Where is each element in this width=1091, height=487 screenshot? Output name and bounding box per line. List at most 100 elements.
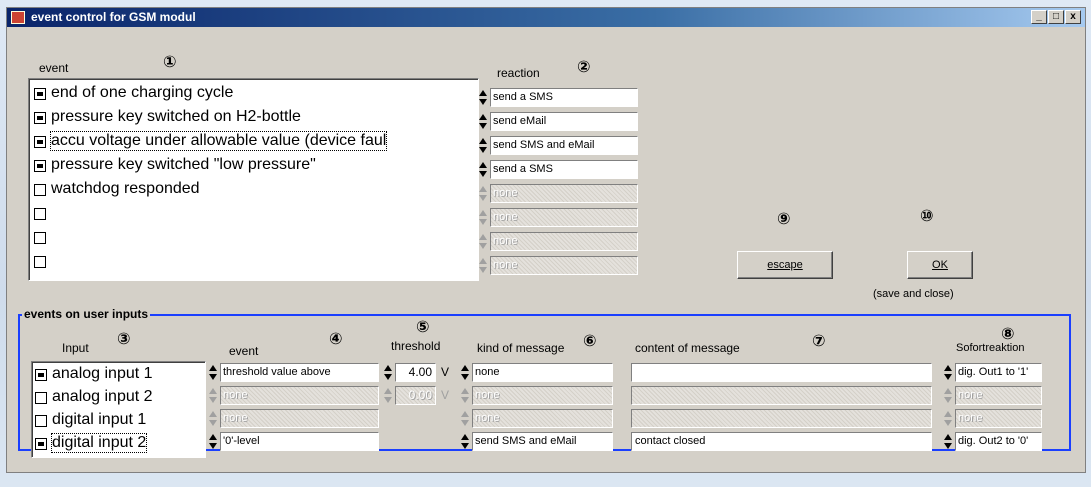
- reaction-spin-buttons[interactable]: [479, 185, 488, 202]
- reaction-value[interactable]: none: [490, 184, 638, 203]
- sofortreaktion-spinner[interactable]: dig. Out1 to '1': [944, 363, 1042, 382]
- threshold-spin-buttons[interactable]: [384, 387, 393, 404]
- input-checkbox[interactable]: [35, 369, 47, 381]
- input-event-spinner[interactable]: '0'-level: [209, 432, 379, 451]
- kind-of-message-value[interactable]: send SMS and eMail: [472, 432, 613, 451]
- event-list-item[interactable]: [29, 203, 478, 227]
- reaction-spin-buttons[interactable]: [479, 257, 488, 274]
- input-list-item[interactable]: digital input 2: [32, 433, 205, 456]
- event-list-item[interactable]: pressure key switched on H2-bottle: [29, 107, 478, 131]
- kind-of-message-value[interactable]: none: [472, 363, 613, 382]
- event-list[interactable]: end of one charging cycle pressure key sw…: [28, 78, 479, 281]
- kind-of-message-spinner[interactable]: none: [461, 363, 613, 382]
- input-event-spinner[interactable]: none: [209, 386, 379, 405]
- kind-spin-buttons[interactable]: [461, 364, 470, 381]
- reaction-value[interactable]: send a SMS: [490, 160, 638, 179]
- kind-of-message-spinner[interactable]: none: [461, 409, 613, 428]
- reaction-spinner[interactable]: send a SMS: [479, 160, 638, 179]
- title-bar[interactable]: event control for GSM modul _ □ x: [7, 8, 1085, 27]
- sofort-spin-buttons[interactable]: [944, 433, 953, 450]
- event-checkbox[interactable]: [34, 208, 46, 220]
- input-event-value[interactable]: '0'-level: [220, 432, 379, 451]
- event-checkbox[interactable]: [34, 112, 46, 124]
- event-checkbox[interactable]: [34, 184, 46, 196]
- reaction-spin-buttons[interactable]: [479, 89, 488, 106]
- threshold-spinner[interactable]: 4.00: [384, 363, 436, 382]
- reaction-spin-buttons[interactable]: [479, 113, 488, 130]
- kind-spin-buttons[interactable]: [461, 410, 470, 427]
- kind-of-message-spinner[interactable]: send SMS and eMail: [461, 432, 613, 451]
- reaction-spin-buttons[interactable]: [479, 137, 488, 154]
- input-checkbox[interactable]: [35, 415, 47, 427]
- input-checkbox[interactable]: [35, 392, 47, 404]
- kind-of-message-spinner[interactable]: none: [461, 386, 613, 405]
- content-of-message-field[interactable]: [631, 409, 932, 428]
- sofortreaktion-value[interactable]: none: [955, 409, 1042, 428]
- event-list-item[interactable]: pressure key switched "low pressure": [29, 155, 478, 179]
- sofortreaktion-value[interactable]: none: [955, 386, 1042, 405]
- input-checkbox[interactable]: [35, 438, 47, 450]
- input-event-value[interactable]: none: [220, 409, 379, 428]
- event-checkbox[interactable]: [34, 160, 46, 172]
- input-event-value[interactable]: threshold value above: [220, 363, 379, 382]
- reaction-spinner[interactable]: none: [479, 232, 638, 251]
- reaction-value[interactable]: none: [490, 232, 638, 251]
- sofortreaktion-spinner[interactable]: none: [944, 386, 1042, 405]
- reaction-spinner[interactable]: none: [479, 256, 638, 275]
- event-list-item[interactable]: end of one charging cycle: [29, 83, 478, 107]
- event-list-item[interactable]: watchdog responded: [29, 179, 478, 203]
- event-checkbox[interactable]: [34, 232, 46, 244]
- reaction-spinner[interactable]: none: [479, 208, 638, 227]
- event-checkbox[interactable]: [34, 88, 46, 100]
- sofort-spin-buttons[interactable]: [944, 387, 953, 404]
- reaction-value[interactable]: none: [490, 256, 638, 275]
- content-of-message-field[interactable]: [631, 363, 932, 382]
- sofortreaktion-spinner[interactable]: dig. Out2 to '0': [944, 432, 1042, 451]
- event-list-item[interactable]: accu voltage under allowable value (devi…: [29, 131, 478, 155]
- ok-button[interactable]: OK: [907, 251, 973, 279]
- input-event-spin-buttons[interactable]: [209, 433, 218, 450]
- reaction-spin-buttons[interactable]: [479, 209, 488, 226]
- reaction-spinner[interactable]: send SMS and eMail: [479, 136, 638, 155]
- threshold-value[interactable]: 0.00: [395, 386, 436, 405]
- threshold-spinner[interactable]: 0.00: [384, 386, 436, 405]
- kind-spin-buttons[interactable]: [461, 433, 470, 450]
- minimize-button[interactable]: _: [1031, 10, 1047, 24]
- close-button[interactable]: x: [1065, 10, 1081, 24]
- event-list-item[interactable]: [29, 251, 478, 275]
- event-checkbox[interactable]: [34, 256, 46, 268]
- input-event-spin-buttons[interactable]: [209, 364, 218, 381]
- sofortreaktion-spinner[interactable]: none: [944, 409, 1042, 428]
- sofort-spin-buttons[interactable]: [944, 364, 953, 381]
- input-list-item[interactable]: analog input 1: [32, 364, 205, 387]
- threshold-value[interactable]: 4.00: [395, 363, 436, 382]
- maximize-button[interactable]: □: [1048, 10, 1064, 24]
- input-event-spin-buttons[interactable]: [209, 387, 218, 404]
- content-of-message-field[interactable]: [631, 386, 932, 405]
- reaction-spin-buttons[interactable]: [479, 161, 488, 178]
- reaction-spinner[interactable]: send eMail: [479, 112, 638, 131]
- kind-spin-buttons[interactable]: [461, 387, 470, 404]
- input-event-spinner[interactable]: threshold value above: [209, 363, 379, 382]
- input-list-item[interactable]: digital input 1: [32, 410, 205, 433]
- kind-of-message-value[interactable]: none: [472, 409, 613, 428]
- input-list[interactable]: analog input 1 analog input 2 digital inpu…: [31, 361, 206, 458]
- reaction-value[interactable]: none: [490, 208, 638, 227]
- reaction-spinner[interactable]: send a SMS: [479, 88, 638, 107]
- reaction-value[interactable]: send a SMS: [490, 88, 638, 107]
- input-event-spinner[interactable]: none: [209, 409, 379, 428]
- reaction-spinner[interactable]: none: [479, 184, 638, 203]
- content-of-message-field[interactable]: contact closed: [631, 432, 932, 451]
- reaction-value[interactable]: send SMS and eMail: [490, 136, 638, 155]
- input-event-value[interactable]: none: [220, 386, 379, 405]
- event-list-item[interactable]: [29, 227, 478, 251]
- sofortreaktion-value[interactable]: dig. Out2 to '0': [955, 432, 1042, 451]
- reaction-spin-buttons[interactable]: [479, 233, 488, 250]
- input-list-item[interactable]: analog input 2: [32, 387, 205, 410]
- event-checkbox[interactable]: [34, 136, 46, 148]
- threshold-spin-buttons[interactable]: [384, 364, 393, 381]
- sofortreaktion-value[interactable]: dig. Out1 to '1': [955, 363, 1042, 382]
- input-event-spin-buttons[interactable]: [209, 410, 218, 427]
- kind-of-message-value[interactable]: none: [472, 386, 613, 405]
- reaction-value[interactable]: send eMail: [490, 112, 638, 131]
